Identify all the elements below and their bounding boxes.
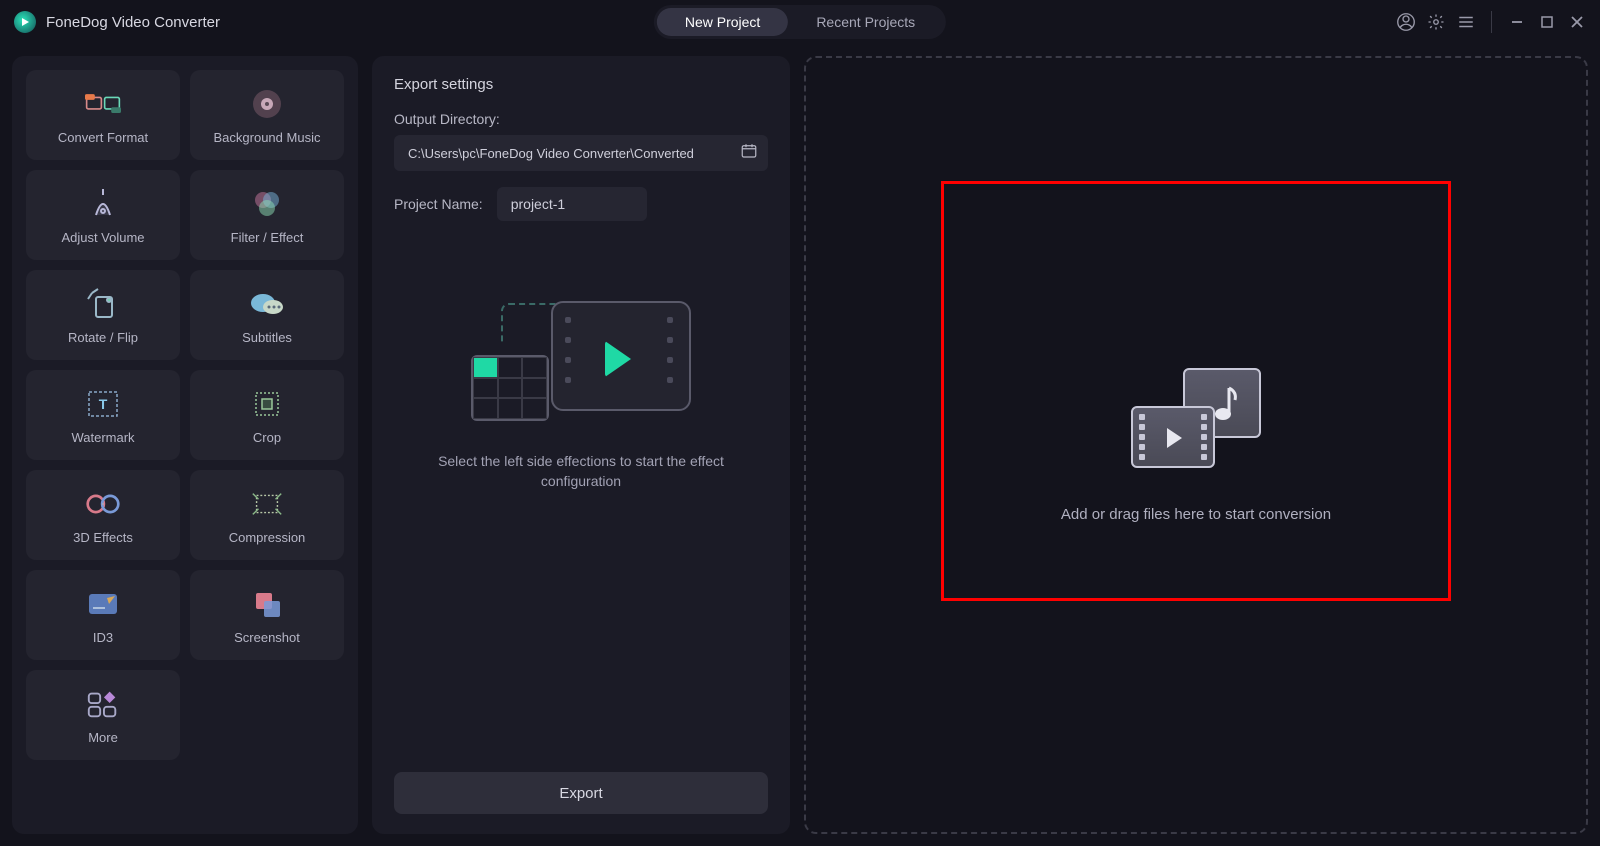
output-directory-input[interactable]: C:\Users\pc\FoneDog Video Converter\Conv… [394, 135, 768, 171]
account-icon[interactable] [1397, 13, 1415, 31]
export-settings-heading: Export settings [394, 76, 768, 93]
tool-3d-effects[interactable]: 3D Effects [26, 470, 180, 560]
tab-recent-projects[interactable]: Recent Projects [788, 8, 943, 36]
tool-label: Filter / Effect [231, 230, 304, 245]
brand: FoneDog Video Converter [14, 11, 220, 33]
export-settings-panel: Export settings Output Directory: C:\Use… [372, 56, 790, 834]
watermark-icon: T [85, 386, 121, 422]
tool-watermark[interactable]: T Watermark [26, 370, 180, 460]
tool-label: 3D Effects [73, 530, 133, 545]
tool-label: Background Music [214, 130, 321, 145]
tools-panel: Convert Format Background Music Adjust Vol… [12, 56, 358, 834]
subtitles-icon [249, 286, 285, 322]
settings-icon[interactable] [1427, 13, 1445, 31]
window-close[interactable] [1568, 13, 1586, 31]
tool-background-music[interactable]: Background Music [190, 70, 344, 160]
background-music-icon [249, 86, 285, 122]
drop-zone[interactable]: Add or drag files here to start conversi… [804, 56, 1588, 834]
tool-label: ID3 [93, 630, 113, 645]
output-directory-value: C:\Users\pc\FoneDog Video Converter\Conv… [408, 146, 740, 161]
tool-screenshot[interactable]: Screenshot [190, 570, 344, 660]
tool-more[interactable]: More [26, 670, 180, 760]
effect-hint-text: Select the left side effections to start… [431, 451, 731, 492]
output-directory-label: Output Directory: [394, 111, 768, 127]
tool-label: Convert Format [58, 130, 148, 145]
compression-icon [249, 486, 285, 522]
app-logo-icon [14, 11, 36, 33]
export-button[interactable]: Export [394, 772, 768, 814]
filter-effect-icon [249, 186, 285, 222]
titlebar: FoneDog Video Converter New Project Rece… [0, 0, 1600, 44]
3d-effects-icon [85, 486, 121, 522]
tool-label: Adjust Volume [61, 230, 144, 245]
tool-id3[interactable]: ID3 [26, 570, 180, 660]
svg-text:T: T [99, 396, 108, 412]
tool-adjust-volume[interactable]: Adjust Volume [26, 170, 180, 260]
media-drop-icon [1131, 368, 1261, 468]
tool-label: Compression [229, 530, 306, 545]
tool-label: More [88, 730, 118, 745]
menu-icon[interactable] [1457, 13, 1475, 31]
browse-folder-icon[interactable] [740, 142, 758, 165]
tool-subtitles[interactable]: Subtitles [190, 270, 344, 360]
id3-icon [85, 586, 121, 622]
project-tab-switcher: New Project Recent Projects [654, 5, 946, 39]
tool-crop[interactable]: Crop [190, 370, 344, 460]
window-minimize[interactable] [1508, 13, 1526, 31]
tool-label: Subtitles [242, 330, 292, 345]
effect-illustration: Select the left side effections to start… [394, 301, 768, 492]
tool-label: Rotate / Flip [68, 330, 138, 345]
more-icon [85, 686, 121, 722]
tool-convert-format[interactable]: Convert Format [26, 70, 180, 160]
tool-compression[interactable]: Compression [190, 470, 344, 560]
app-name: FoneDog Video Converter [46, 14, 220, 31]
convert-format-icon [85, 86, 121, 122]
project-name-label: Project Name: [394, 196, 483, 212]
project-name-input[interactable] [497, 187, 647, 221]
drop-zone-text: Add or drag files here to start conversi… [1061, 506, 1331, 523]
tool-label: Watermark [71, 430, 134, 445]
crop-icon [249, 386, 285, 422]
rotate-flip-icon [85, 286, 121, 322]
tool-label: Screenshot [234, 630, 300, 645]
screenshot-icon [249, 586, 285, 622]
tool-label: Crop [253, 430, 281, 445]
tool-filter-effect[interactable]: Filter / Effect [190, 170, 344, 260]
adjust-volume-icon [85, 186, 121, 222]
tool-rotate-flip[interactable]: Rotate / Flip [26, 270, 180, 360]
window-maximize[interactable] [1538, 13, 1556, 31]
tab-new-project[interactable]: New Project [657, 8, 788, 36]
